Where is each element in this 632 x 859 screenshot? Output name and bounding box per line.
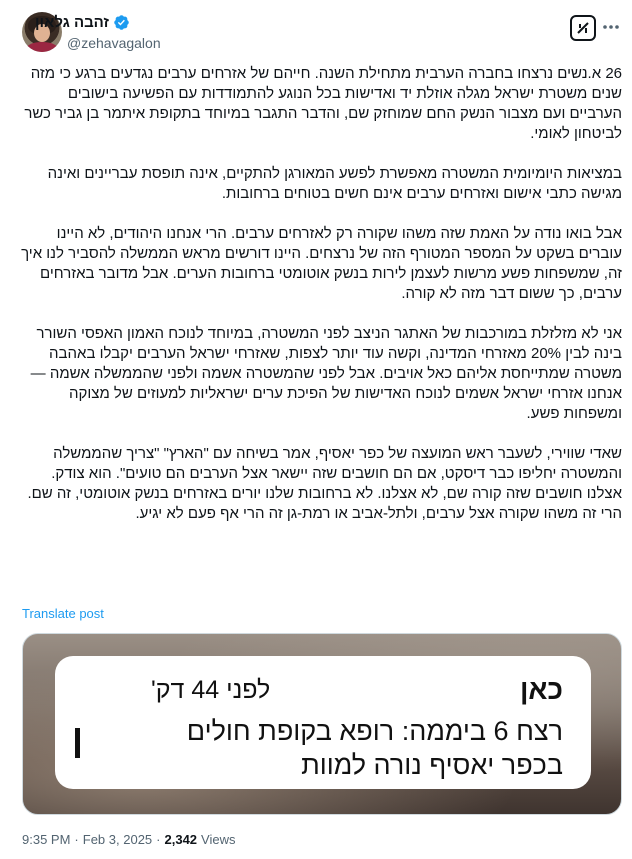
post-header: זהבה גלאון @zehavagalon xyxy=(0,0,632,60)
post-paragraph: אבל בואו נודה על האמת שזה משהו שקורה רק … xyxy=(21,225,622,302)
news-marker-bar xyxy=(75,728,80,758)
post-media-image[interactable]: כאן לפני 44 דק' רצח 6 ביממה: רופא בקופת … xyxy=(22,633,622,815)
post-text: 26 א.נשים נרצחו בחברה הערבית מתחילת השנה… xyxy=(18,64,622,544)
post-meta: 9:35 PM · Feb 3, 2025 · 2,342 Views xyxy=(22,832,236,847)
grok-icon xyxy=(577,22,589,34)
views-label: Views xyxy=(201,832,236,847)
post-paragraph: במציאות היומיומית המשטרה מאפשרת לפשע המא… xyxy=(47,165,622,202)
post-paragraph: שאדי שווירי, לשעבר ראש המועצה של כפר יאס… xyxy=(27,445,622,522)
translate-post-link[interactable]: Translate post xyxy=(22,606,104,621)
verified-badge-icon xyxy=(114,15,129,30)
grok-button[interactable] xyxy=(570,15,596,41)
post-paragraph: 26 א.נשים נרצחו בחברה הערבית מתחילת השנה… xyxy=(24,65,622,142)
meta-separator: · xyxy=(74,832,79,847)
news-time-label: לפני 44 דק' xyxy=(151,676,271,704)
post-paragraph: אני לא מזלזלת במורכבות של האתגר הניצב לפ… xyxy=(30,325,622,422)
news-source-label: כאן xyxy=(519,674,563,705)
meta-separator: · xyxy=(156,832,161,847)
news-card: כאן לפני 44 דק' רצח 6 ביממה: רופא בקופת … xyxy=(55,656,591,789)
more-options-icon xyxy=(603,25,619,29)
more-options-button[interactable] xyxy=(600,16,622,38)
author-handle[interactable]: @zehavagalon xyxy=(67,35,161,51)
author-name-row[interactable]: זהבה גלאון xyxy=(35,14,130,31)
author-display-name[interactable]: זהבה גלאון xyxy=(35,14,109,31)
views-count: 2,342 xyxy=(164,832,198,847)
news-headline: רצח 6 ביממה: רופא בקופת חולים בכפר יאסיף… xyxy=(186,716,563,780)
post-date[interactable]: Feb 3, 2025 xyxy=(83,832,152,847)
post-time[interactable]: 9:35 PM xyxy=(22,832,70,847)
